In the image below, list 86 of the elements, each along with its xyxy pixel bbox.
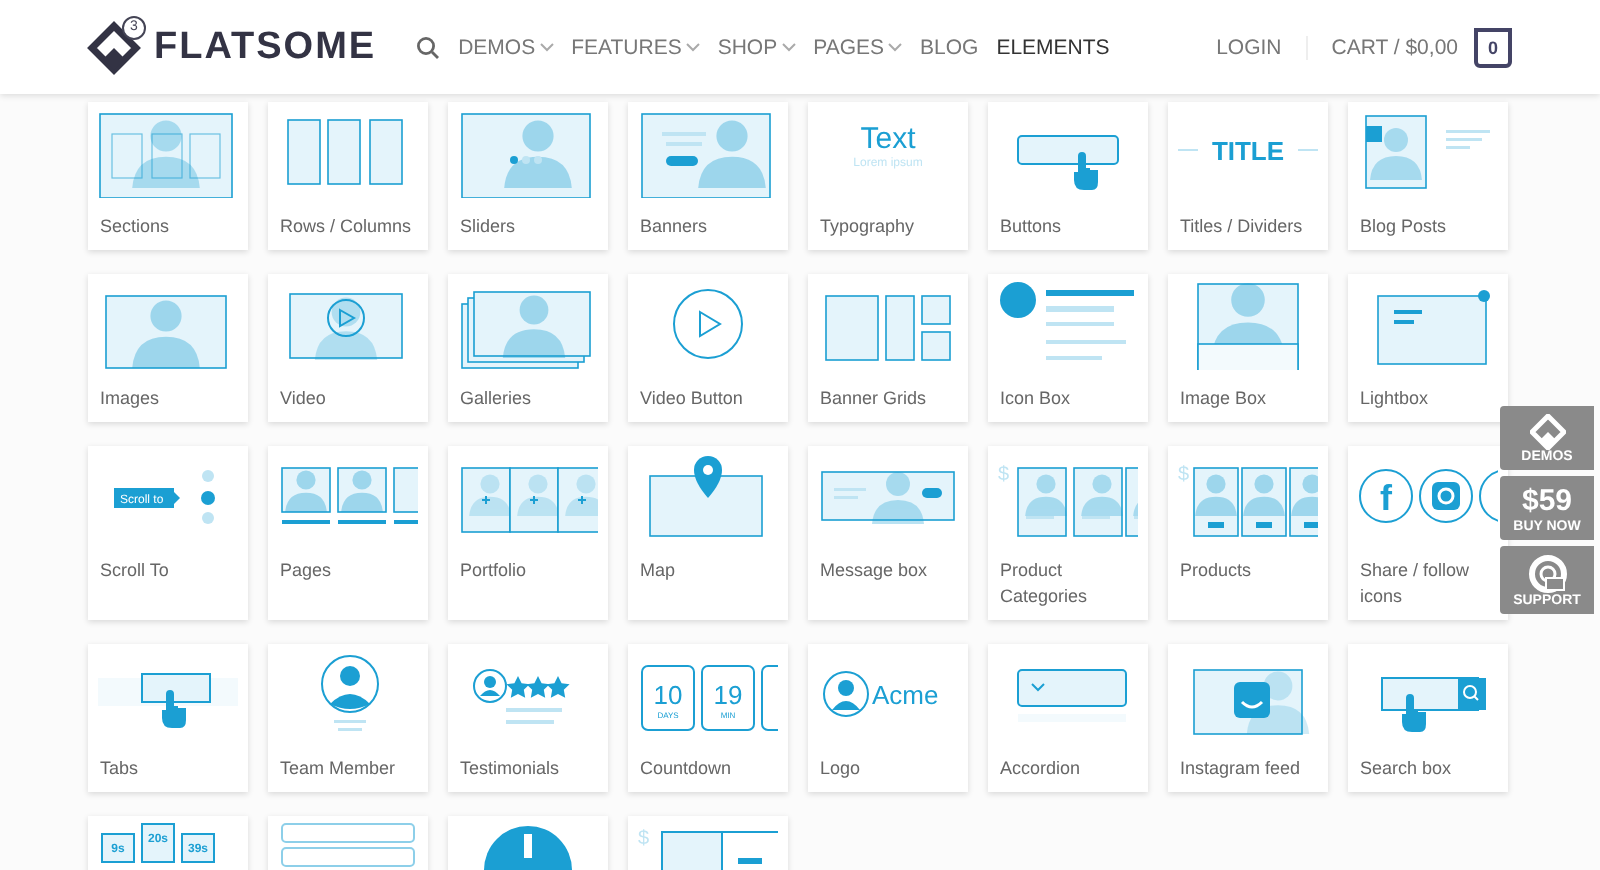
nav-link[interactable]: SHOP — [717, 35, 796, 59]
login-link[interactable]: LOGIN — [1216, 35, 1308, 59]
card-label: Video Button — [638, 386, 745, 412]
thumbnail-text: $ — [1178, 464, 1190, 486]
card-label: Search box — [1358, 756, 1454, 782]
card-label: Banner Grids — [818, 386, 929, 412]
element-card[interactable]: Banner Grids — [808, 274, 968, 422]
card-label: Buttons — [998, 214, 1064, 240]
card-label: Video — [278, 386, 328, 412]
nav-link[interactable]: BLOG — [920, 35, 979, 59]
card-label: Lightbox — [1358, 386, 1431, 412]
element-card[interactable]: Images — [88, 274, 248, 422]
element-card[interactable]: Pages — [268, 446, 428, 620]
element-card[interactable]: Sections — [88, 102, 248, 250]
card-label: Map — [638, 558, 678, 584]
card-label: Portfolio — [458, 558, 529, 584]
card-label: Rows / Columns — [278, 214, 414, 240]
thumbnail-text: Acme — [872, 680, 939, 710]
card-label: Image Box — [1178, 386, 1269, 412]
facebook-letter-icon: f — [1380, 478, 1392, 518]
card-label: Testimonials — [458, 756, 562, 782]
element-card[interactable]: Message box — [808, 446, 968, 620]
card-label: Sections — [98, 214, 172, 240]
card-label: Icon Box — [998, 386, 1073, 412]
nav-link[interactable]: ELEMENTS — [996, 35, 1110, 59]
card-label: Pages — [278, 558, 334, 584]
element-card[interactable]: Image Box — [1168, 274, 1328, 422]
card-label: Product Categories — [998, 558, 1090, 610]
element-card[interactable]: Icon Box — [988, 274, 1148, 422]
diamond-logo-icon — [1529, 414, 1565, 450]
element-card[interactable]: Acme Logo — [808, 644, 968, 792]
nav-link[interactable]: PAGES — [813, 35, 903, 59]
element-card[interactable]: Blog Posts — [1348, 102, 1508, 250]
element-card[interactable]: Lightbox — [1348, 274, 1508, 422]
card-label: Sliders — [458, 214, 518, 240]
cart-link[interactable]: CART / $0,00 — [1331, 35, 1458, 59]
section-layout-drawing — [98, 108, 238, 198]
cart-count[interactable]: 0 — [1474, 27, 1512, 67]
element-card[interactable]: Search box — [1348, 644, 1508, 792]
card-label: Accordion — [998, 756, 1083, 782]
element-card[interactable]: $ Products — [1168, 446, 1328, 620]
element-card[interactable]: Galleries — [448, 274, 608, 422]
lifebuoy-icon — [1527, 554, 1567, 594]
element-card[interactable]: Testimonials — [448, 644, 608, 792]
card-label: Team Member — [278, 756, 398, 782]
search-icon[interactable] — [416, 35, 441, 59]
card-label: Share / follow icons — [1358, 558, 1472, 610]
element-card[interactable]: Accordion — [988, 644, 1148, 792]
thumbnail-text: 10 — [653, 680, 683, 710]
element-card[interactable]: Tabs — [88, 644, 248, 792]
card-label: Products — [1178, 558, 1254, 584]
card-label: Images — [98, 386, 162, 412]
card-label: Galleries — [458, 386, 534, 412]
card-label: Scroll To — [98, 558, 171, 584]
card-label: Logo — [818, 756, 863, 782]
element-card[interactable]: Video Button — [628, 274, 788, 422]
logo-text: FLATSOME — [154, 25, 377, 69]
element-card[interactable]: Instagram feed — [1168, 644, 1328, 792]
element-card[interactable]: Portfolio — [448, 446, 608, 620]
thumbnail-text: $ — [638, 828, 650, 850]
nav-link[interactable]: FEATURES — [571, 35, 700, 59]
card-label: Message box — [818, 558, 930, 584]
element-card[interactable]: Banners — [628, 102, 788, 250]
card-label: Countdown — [638, 756, 734, 782]
card-label: Tabs — [98, 756, 141, 782]
element-card[interactable]: TITLE Titles / Dividers — [1168, 102, 1328, 250]
nav-link[interactable]: DEMOS — [458, 35, 554, 59]
element-card[interactable]: f Share / follow icons — [1348, 446, 1508, 620]
element-card[interactable]: Sliders — [448, 102, 608, 250]
price-text: $59 — [1521, 484, 1573, 520]
thumbnail-text: 19 — [713, 680, 743, 710]
thumbnail-text: Text — [860, 122, 916, 156]
card-label: Banners — [638, 214, 710, 240]
card-label: Blog Posts — [1358, 214, 1449, 240]
element-card[interactable]: Rows / Columns — [268, 102, 428, 250]
element-card[interactable]: Buttons — [988, 102, 1148, 250]
diamond-logo-icon — [86, 19, 142, 75]
element-card[interactable]: Team Member — [268, 644, 428, 792]
card-label: Typography — [818, 214, 917, 240]
element-card[interactable]: $ Product Categories — [988, 446, 1148, 620]
element-card[interactable]: Video — [268, 274, 428, 422]
element-card[interactable]: Map — [628, 446, 788, 620]
thumbnail-text: $ — [998, 464, 1010, 486]
card-label: Instagram feed — [1178, 756, 1303, 782]
thumbnail-text: TITLE — [1211, 136, 1285, 166]
card-label: Titles / Dividers — [1178, 214, 1305, 240]
